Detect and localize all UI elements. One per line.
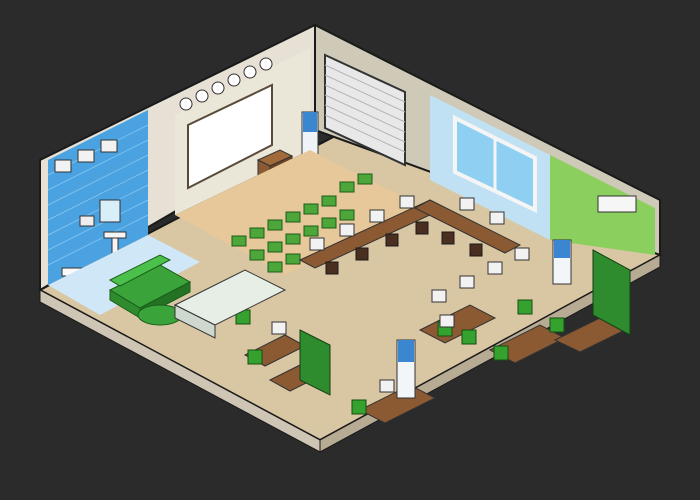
office-scene bbox=[0, 0, 700, 500]
clock-icon bbox=[227, 73, 241, 87]
isometric-office bbox=[37, 23, 663, 453]
water-cooler-mid bbox=[396, 339, 416, 399]
vent-grille-3 bbox=[100, 139, 118, 153]
clock-icon bbox=[259, 57, 273, 71]
clock-icon bbox=[179, 97, 193, 111]
vent-grille-2 bbox=[77, 149, 95, 163]
clock-icon bbox=[211, 81, 225, 95]
hand-dryer bbox=[79, 215, 95, 227]
mirror bbox=[99, 199, 121, 223]
vent-grille-1 bbox=[54, 159, 72, 173]
air-conditioner bbox=[597, 195, 637, 213]
clock-icon bbox=[243, 65, 257, 79]
water-cooler-right bbox=[552, 239, 572, 285]
clock-icon bbox=[195, 89, 209, 103]
